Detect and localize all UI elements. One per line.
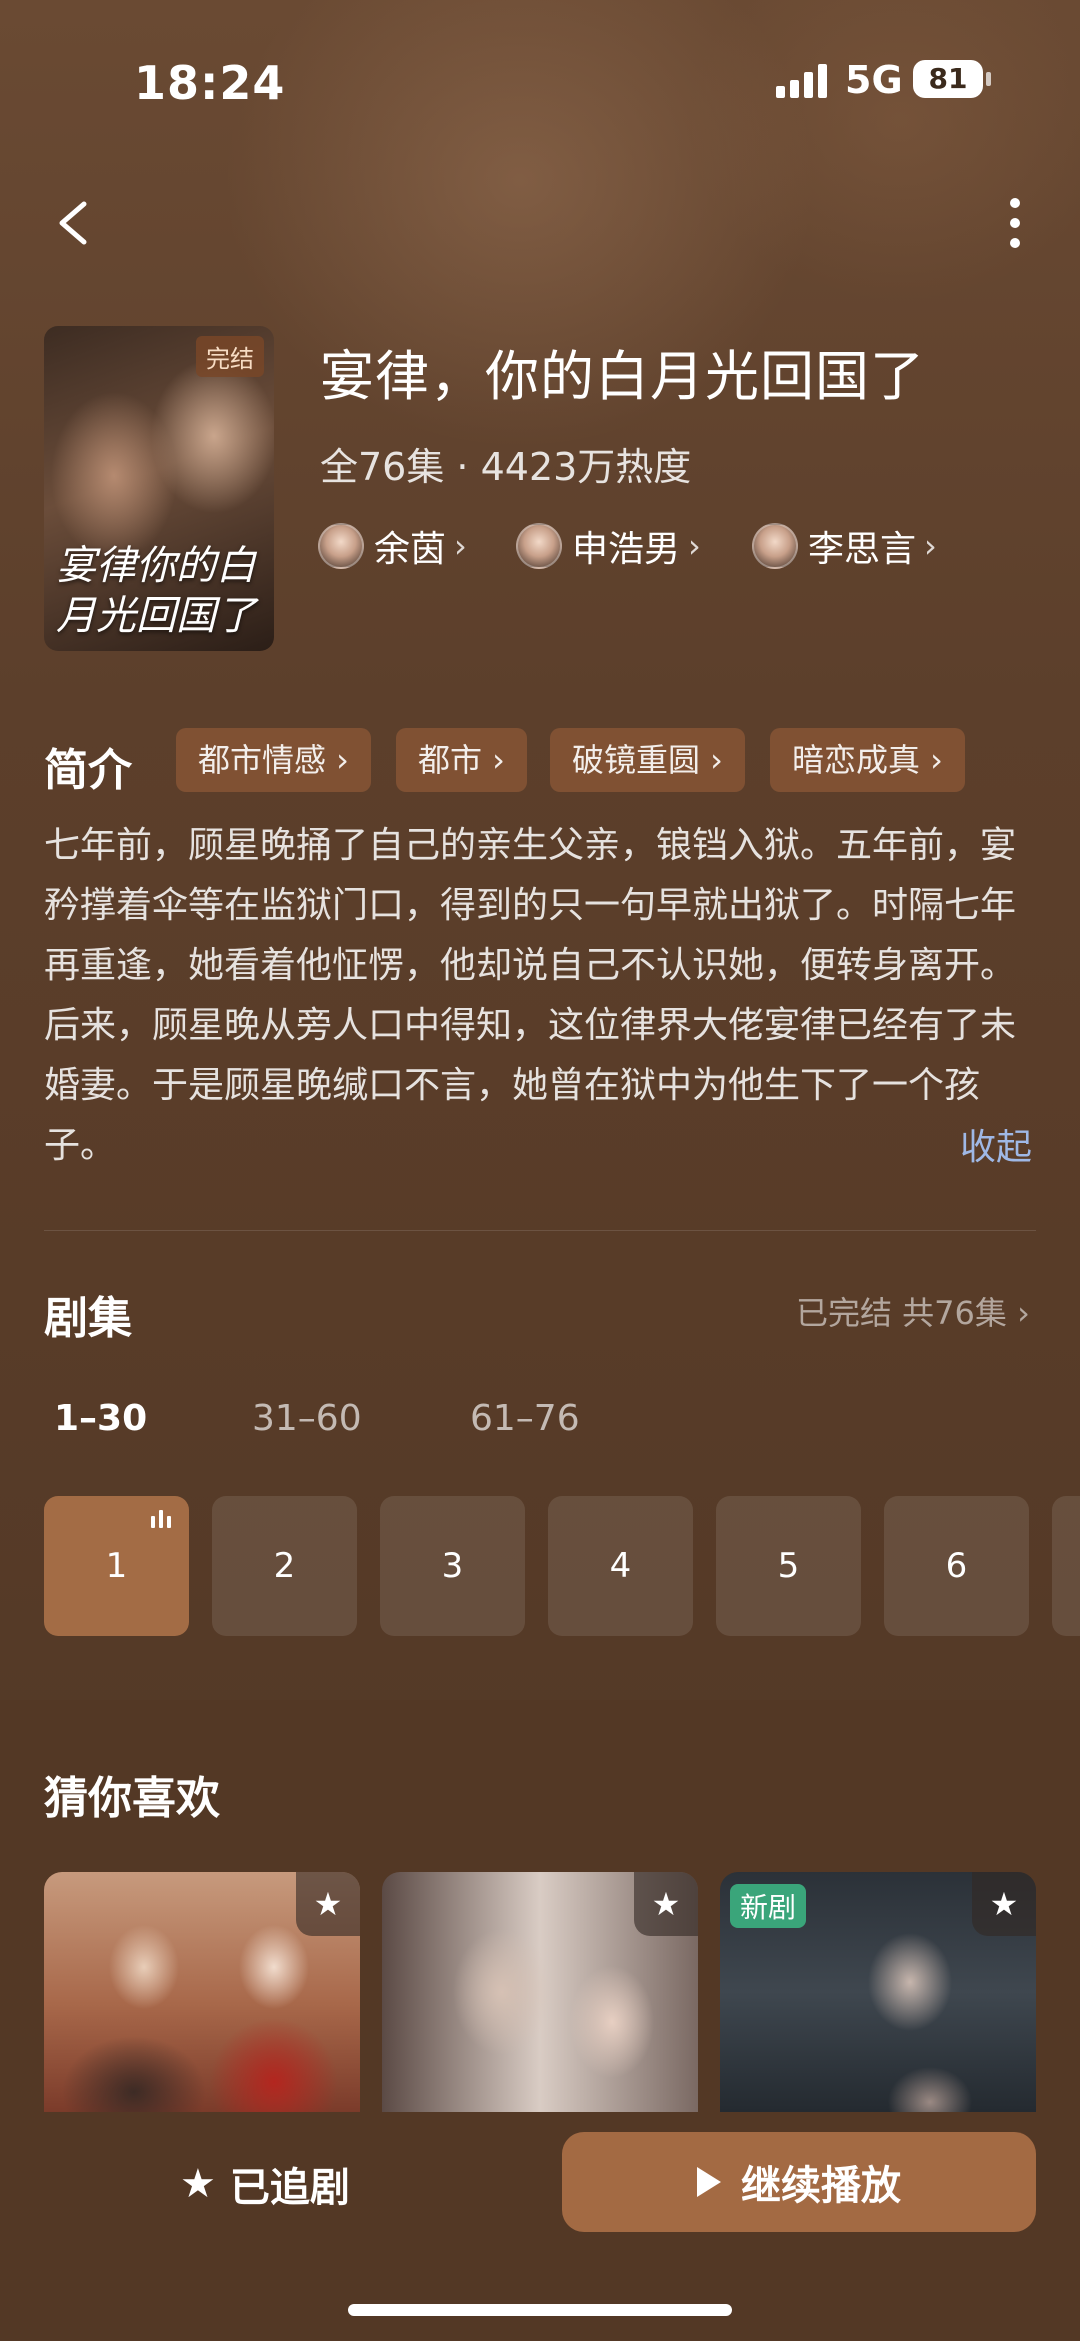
tag-chip[interactable]: 都市 › bbox=[396, 728, 527, 792]
follow-label: 已追剧 bbox=[229, 2165, 350, 2211]
synopsis-text: 七年前，顾星晚捅了自己的亲生父亲，锒铛入狱。五年前，宴矜撑着伞等在监狱门口，得到… bbox=[44, 825, 1017, 1166]
battery-tip bbox=[986, 72, 991, 86]
recommend-card[interactable]: 新剧 ★ bbox=[720, 1872, 1036, 2112]
play-icon bbox=[697, 2167, 721, 2197]
episode-number: 6 bbox=[945, 1546, 968, 1586]
tag-chip[interactable]: 都市情感 › bbox=[176, 728, 371, 792]
more-vertical-icon[interactable] bbox=[1000, 190, 1030, 256]
star-icon: ★ bbox=[180, 2161, 216, 2207]
continue-play-label: 继续播放 bbox=[741, 2163, 901, 2209]
cast-member[interactable]: 余茵 › bbox=[318, 520, 467, 572]
cast-name: 余茵 bbox=[374, 529, 447, 570]
divider bbox=[44, 1230, 1036, 1231]
avatar bbox=[516, 523, 562, 569]
completed-badge: 完结 bbox=[196, 336, 264, 377]
recommend-label: 猜你喜欢 bbox=[44, 1773, 220, 1824]
star-icon[interactable]: ★ bbox=[296, 1872, 360, 1936]
tag-chip[interactable]: 破镜重圆 › bbox=[550, 728, 745, 792]
episode-number: 4 bbox=[609, 1546, 632, 1586]
episode-cell[interactable]: 5 bbox=[716, 1496, 861, 1636]
avatar bbox=[752, 523, 798, 569]
signal-icon bbox=[776, 64, 830, 98]
new-badge: 新剧 bbox=[730, 1884, 807, 1928]
avatar bbox=[318, 523, 364, 569]
episode-number: 3 bbox=[441, 1546, 464, 1586]
collapse-link[interactable]: 收起 bbox=[960, 1118, 1032, 1170]
cast-name: 申浩男 bbox=[572, 529, 681, 570]
star-icon[interactable]: ★ bbox=[972, 1872, 1036, 1936]
episode-cell[interactable]: 2 bbox=[212, 1496, 357, 1636]
episode-number: 1 bbox=[105, 1546, 128, 1586]
recommend-card[interactable]: ★ bbox=[44, 1872, 360, 2112]
cast-member[interactable]: 李思言 › bbox=[752, 520, 937, 572]
episode-cell[interactable]: 3 bbox=[380, 1496, 525, 1636]
episode-cell[interactable]: 1 bbox=[44, 1496, 189, 1636]
drama-meta: 全76集 · 4423万热度 bbox=[320, 445, 692, 489]
range-tab[interactable]: 1–30 bbox=[54, 1398, 147, 1439]
episodes-label: 剧集 bbox=[44, 1293, 132, 1344]
cast-name: 李思言 bbox=[808, 529, 917, 570]
cast-member[interactable]: 申浩男 › bbox=[516, 520, 701, 572]
tag-chip[interactable]: 暗恋成真 › bbox=[770, 728, 965, 792]
chevron-right-icon: › bbox=[454, 527, 467, 565]
status-time: 18:24 bbox=[134, 56, 286, 110]
episode-cell-partial[interactable] bbox=[1052, 1496, 1080, 1636]
star-icon[interactable]: ★ bbox=[634, 1872, 698, 1936]
network-label: 5G bbox=[845, 58, 903, 102]
drama-poster[interactable]: 完结 宴律你的白月光回国了 bbox=[44, 326, 274, 651]
episode-number: 5 bbox=[777, 1546, 800, 1586]
poster-title: 宴律你的白月光回国了 bbox=[56, 543, 256, 639]
back-button[interactable] bbox=[50, 190, 100, 256]
episode-number: 2 bbox=[273, 1546, 296, 1586]
drama-title: 宴律，你的白月光回国了 bbox=[320, 345, 925, 408]
intro-label: 简介 bbox=[44, 745, 132, 796]
range-tab[interactable]: 61–76 bbox=[470, 1398, 580, 1439]
back-arrow-icon bbox=[59, 201, 87, 245]
continue-play-button[interactable]: 继续播放 bbox=[562, 2132, 1036, 2232]
battery-icon: 81 bbox=[913, 60, 983, 98]
range-tab[interactable]: 31–60 bbox=[252, 1398, 362, 1439]
playing-bars-icon bbox=[151, 1510, 173, 1528]
episodes-status-link[interactable]: 已完结 共76集 › bbox=[796, 1288, 1030, 1334]
chevron-right-icon: › bbox=[924, 527, 937, 565]
recommend-card[interactable]: ★ bbox=[382, 1872, 698, 2112]
episode-cell[interactable]: 6 bbox=[884, 1496, 1029, 1636]
home-indicator bbox=[348, 2304, 732, 2316]
chevron-right-icon: › bbox=[688, 527, 701, 565]
episode-cell[interactable]: 4 bbox=[548, 1496, 693, 1636]
follow-button[interactable]: ★ 已追剧 bbox=[180, 2150, 400, 2218]
